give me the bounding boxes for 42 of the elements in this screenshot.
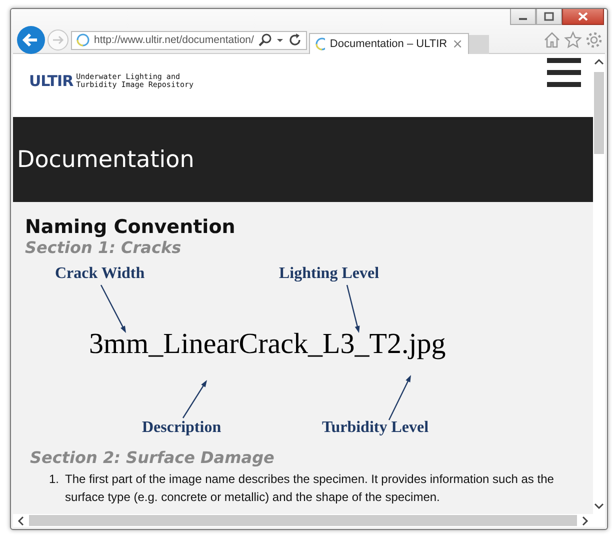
section-heading: Section 1: Cracks — [25, 238, 182, 258]
heading: Naming Convention — [25, 216, 236, 238]
list-number: 1. — [49, 471, 60, 488]
file-name: 3mm_LinearCrack_L3_T2.jpg — [89, 328, 446, 361]
scroll-thumb[interactable] — [29, 515, 577, 526]
arrow — [346, 284, 360, 333]
refresh-icon[interactable] — [288, 33, 302, 47]
scroll-up-icon[interactable] — [594, 58, 604, 66]
loading-icon — [76, 33, 90, 47]
address-bar[interactable]: http://www.ultir.net/documentation/ — [71, 30, 307, 50]
diagram-label: Turbidity Level — [322, 419, 429, 437]
site-logo[interactable]: ULTIR — [29, 72, 74, 90]
arrow — [182, 380, 207, 418]
search-icon[interactable] — [258, 33, 272, 47]
loading-icon — [315, 37, 325, 51]
scroll-left-icon[interactable] — [17, 516, 25, 526]
close-button[interactable] — [562, 9, 604, 25]
scroll-thumb[interactable] — [594, 72, 604, 154]
page-title: Documentation — [17, 146, 194, 172]
minimize-button[interactable] — [510, 9, 536, 25]
close-tab-button[interactable]: × — [452, 36, 463, 52]
arrow — [388, 375, 411, 420]
star-icon[interactable] — [564, 31, 582, 49]
url-text: http://www.ultir.net/documentation/ — [94, 34, 254, 46]
menu-icon[interactable] — [547, 58, 581, 88]
back-button[interactable] — [17, 26, 45, 54]
diagram-label: Description — [142, 419, 222, 437]
maximize-button[interactable] — [536, 9, 562, 25]
section-heading: Section 2: Surface Damage — [30, 448, 276, 468]
settings-icon[interactable] — [585, 31, 603, 49]
list-text: The first part of the image name describes the specimen. It provides information such as the surface type (e.g. concrete or metallic) and the shape of the specimen. — [65, 471, 555, 506]
browser-tab[interactable]: Documentation – ULTIR × — [309, 33, 469, 54]
scroll-right-icon[interactable] — [581, 516, 589, 526]
scroll-down-icon[interactable] — [594, 502, 604, 510]
vertical-scrollbar[interactable] — [593, 54, 605, 514]
arrow — [100, 284, 126, 333]
maximize-icon — [544, 12, 554, 21]
horizontal-scrollbar[interactable] — [13, 514, 605, 527]
diagram-label: Crack Width — [55, 265, 145, 283]
close-icon — [578, 12, 588, 21]
diagram-label: Lighting Level — [279, 265, 380, 283]
home-icon[interactable] — [543, 31, 561, 49]
